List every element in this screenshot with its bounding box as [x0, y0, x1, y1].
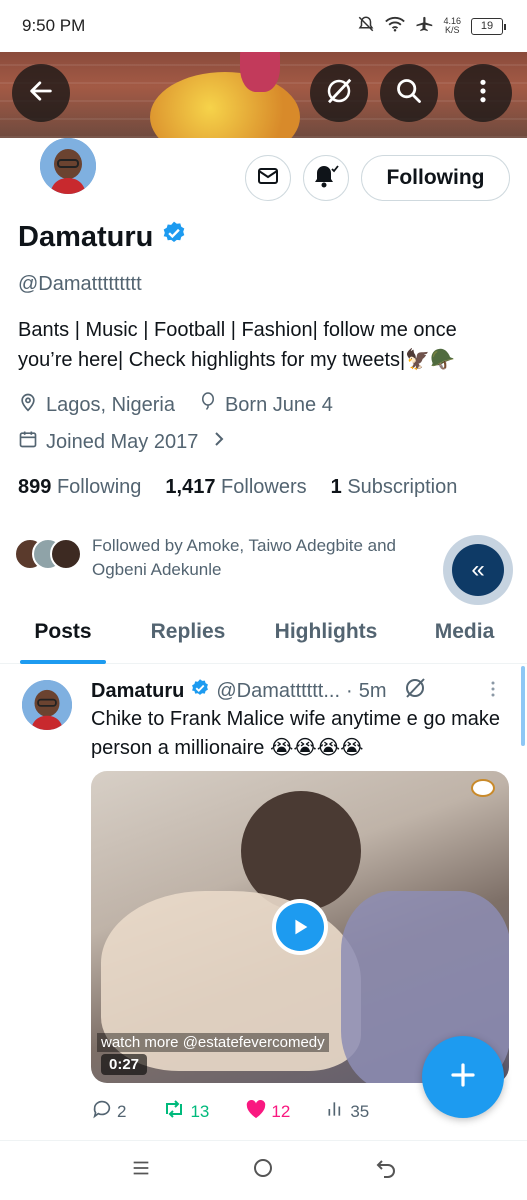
battery-icon: 19: [471, 17, 506, 35]
plus-icon: [448, 1055, 478, 1100]
search-button[interactable]: [380, 64, 438, 122]
video-watermark: watch more @estatefevercomedy: [97, 1033, 329, 1052]
compose-button[interactable]: [422, 1036, 504, 1118]
search-icon: [395, 77, 423, 110]
profile-bio: Bants | Music | Football | Fashion| foll…: [18, 319, 457, 371]
subscription-count: 1: [330, 476, 342, 498]
net-speed: 4.16 K/S: [443, 17, 461, 35]
verified-badge-icon[interactable]: [161, 220, 187, 254]
tab-media[interactable]: Media: [402, 600, 527, 664]
profile-joined-row[interactable]: Joined May 2017: [18, 429, 226, 455]
post-time: 5m: [358, 679, 387, 702]
video-logo-icon: [471, 779, 495, 797]
home-circle-icon: [251, 1156, 275, 1185]
notifications-button[interactable]: [303, 155, 349, 201]
post-video[interactable]: watch more @estatefevercomedy 0:27: [91, 771, 509, 1083]
wifi-icon: [385, 16, 406, 37]
avatar: [50, 538, 82, 570]
collapse-button[interactable]: «: [443, 535, 513, 605]
profile-banner[interactable]: [0, 52, 527, 138]
grok-icon: [324, 76, 354, 111]
views-button[interactable]: 35: [326, 1099, 369, 1124]
double-chevron-left-icon: «: [452, 544, 504, 596]
like-count: 12: [271, 1101, 291, 1121]
subscription-label: Subscription: [347, 476, 458, 498]
repost-icon: [162, 1098, 186, 1125]
following-button[interactable]: Following: [361, 155, 510, 201]
status-time: 9:50 PM: [22, 16, 86, 35]
post-more-icon[interactable]: [490, 680, 496, 698]
subscription-count-link[interactable]: 1 Subscription: [331, 476, 458, 499]
following-count-link[interactable]: 899 Following: [18, 476, 141, 499]
post-author-name[interactable]: Damaturu: [91, 680, 184, 703]
location-pin-icon: [18, 392, 38, 418]
profile-counts: 899 Following 1,417 Followers 1 Subscrip…: [18, 476, 457, 499]
tab-highlights[interactable]: Highlights: [250, 600, 402, 664]
recent-apps-button[interactable]: [121, 1151, 161, 1191]
bar-chart-icon: [326, 1099, 346, 1124]
like-button[interactable]: 12: [245, 1099, 290, 1124]
menu-lines-icon: [130, 1157, 152, 1184]
status-icons: 4.16 K/S 19: [357, 15, 506, 38]
calendar-icon: [18, 429, 38, 455]
profile-display-name-row: Damaturu: [18, 220, 187, 254]
scroll-indicator[interactable]: [521, 666, 525, 746]
view-count: 35: [350, 1101, 370, 1121]
tab-replies[interactable]: Replies: [126, 600, 250, 664]
net-speed-unit: K/S: [444, 25, 460, 35]
post-text: Chike to Frank Malice wife anytime e go …: [91, 708, 501, 759]
profile-meta-row: Lagos, Nigeria Born June 4: [18, 392, 333, 418]
battery-level: 19: [480, 20, 494, 32]
back-nav-button[interactable]: [366, 1151, 406, 1191]
more-options-button[interactable]: [454, 64, 512, 122]
video-duration: 0:27: [101, 1054, 148, 1075]
profile-joined: Joined May 2017: [46, 430, 199, 453]
system-nav-bar: [0, 1140, 527, 1200]
airplane-icon: [415, 15, 433, 38]
followers-label: Followers: [221, 476, 307, 498]
arrow-left-icon: [27, 77, 55, 110]
following-count: 899: [18, 476, 52, 498]
profile-avatar[interactable]: [40, 138, 96, 194]
banner-shape: [240, 52, 280, 92]
profile-location: Lagos, Nigeria: [46, 393, 175, 416]
play-icon: [276, 903, 324, 951]
tab-posts[interactable]: Posts: [0, 600, 126, 664]
play-button[interactable]: [272, 899, 328, 955]
reply-count: 2: [117, 1101, 127, 1121]
reply-icon: [91, 1098, 113, 1125]
message-button[interactable]: [245, 155, 291, 201]
post-author-handle: @Damatttttt...: [216, 679, 341, 702]
mute-icon: [357, 15, 375, 38]
chevron-right-icon: [212, 430, 226, 454]
verified-badge-icon: [190, 678, 210, 704]
heart-icon: [245, 1099, 267, 1124]
more-vertical-icon: [479, 78, 487, 109]
profile-tabs: Posts Replies Highlights Media: [0, 600, 527, 664]
followed-by-row[interactable]: Followed by Amoke, Taiwo Adegbite and Og…: [14, 534, 452, 582]
post-avatar[interactable]: [22, 680, 72, 730]
balloon-icon: [199, 392, 217, 418]
following-label: Following: [56, 476, 142, 498]
post-header: Damaturu @Damatttttt... · 5m: [91, 676, 427, 706]
reply-button[interactable]: 2: [91, 1098, 126, 1125]
followed-by-text: Followed by Amoke, Taiwo Adegbite and Og…: [92, 536, 396, 579]
followers-count: 1,417: [165, 476, 216, 498]
status-bar: 9:50 PM 4.16 K/S 19: [0, 0, 527, 52]
back-button[interactable]: [12, 64, 70, 122]
repost-button[interactable]: 13: [162, 1098, 209, 1125]
grok-icon[interactable]: [403, 676, 427, 706]
followed-by-avatars: [14, 534, 82, 572]
profile-birthday: Born June 4: [224, 393, 333, 416]
grok-button[interactable]: [310, 64, 368, 122]
followers-count-link[interactable]: 1,417 Followers: [165, 476, 306, 499]
home-button[interactable]: [243, 1151, 283, 1191]
back-arrow-icon: [374, 1156, 398, 1185]
bell-check-icon: [312, 162, 340, 195]
repost-count: 13: [190, 1101, 210, 1121]
display-name: Damaturu: [18, 220, 154, 253]
mail-icon: [256, 164, 280, 193]
profile-handle: @Damattttttttt: [18, 273, 142, 295]
post-separator: ·: [346, 679, 353, 702]
